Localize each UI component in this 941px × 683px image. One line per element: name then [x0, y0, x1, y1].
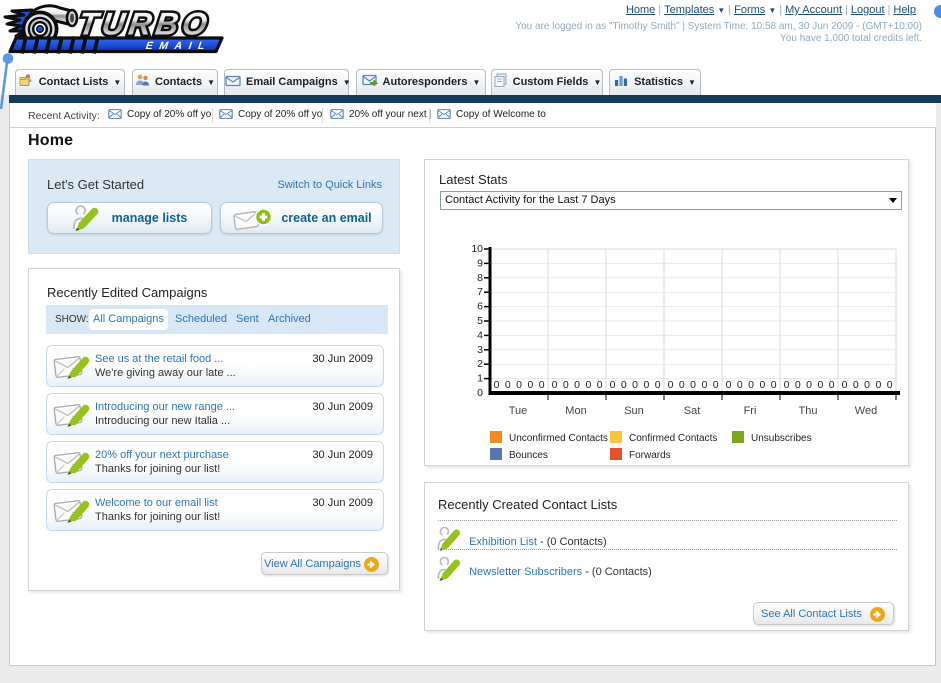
- svg-text:0: 0: [795, 379, 801, 391]
- svg-text:0: 0: [887, 379, 893, 391]
- svg-text:7: 7: [477, 286, 483, 298]
- svg-text:Fri: Fri: [744, 405, 757, 417]
- svg-text:0: 0: [610, 379, 616, 391]
- svg-text:0: 0: [539, 379, 545, 391]
- svg-text:0: 0: [875, 379, 881, 391]
- svg-text:0: 0: [771, 379, 777, 391]
- svg-text:0: 0: [494, 379, 500, 391]
- svg-text:TURBO: TURBO: [76, 6, 213, 42]
- svg-text:5: 5: [477, 315, 483, 327]
- svg-text:0: 0: [527, 379, 533, 391]
- svg-text:0: 0: [552, 379, 558, 391]
- svg-text:0: 0: [621, 379, 627, 391]
- svg-text:0: 0: [701, 379, 707, 391]
- svg-text:0: 0: [679, 379, 685, 391]
- svg-text:0: 0: [655, 379, 661, 391]
- svg-text:0: 0: [632, 379, 638, 391]
- svg-text:4: 4: [477, 329, 483, 341]
- svg-text:3: 3: [477, 344, 483, 356]
- svg-text:2: 2: [477, 358, 483, 370]
- svg-text:0: 0: [829, 379, 835, 391]
- svg-text:0: 0: [713, 379, 719, 391]
- svg-text:Sun: Sun: [624, 405, 644, 417]
- svg-text:0: 0: [806, 379, 812, 391]
- svg-text:0: 0: [477, 387, 483, 399]
- svg-text:0: 0: [668, 379, 674, 391]
- svg-text:6: 6: [477, 301, 483, 313]
- svg-text:0: 0: [574, 379, 580, 391]
- svg-text:0: 0: [842, 379, 848, 391]
- svg-text:10: 10: [471, 243, 483, 255]
- svg-text:0: 0: [864, 379, 870, 391]
- svg-text:9: 9: [477, 257, 483, 269]
- svg-text:0: 0: [759, 379, 765, 391]
- svg-text:0: 0: [643, 379, 649, 391]
- svg-text:Thu: Thu: [799, 405, 818, 417]
- svg-text:0: 0: [516, 379, 522, 391]
- svg-text:0: 0: [817, 379, 823, 391]
- svg-text:1: 1: [477, 373, 483, 385]
- svg-text:EMAIL: EMAIL: [145, 40, 212, 52]
- svg-text:0: 0: [505, 379, 511, 391]
- svg-text:Sat: Sat: [684, 405, 701, 417]
- svg-text:0: 0: [585, 379, 591, 391]
- svg-text:0: 0: [597, 379, 603, 391]
- svg-text:0: 0: [563, 379, 569, 391]
- svg-text:8: 8: [477, 272, 483, 284]
- svg-text:0: 0: [784, 379, 790, 391]
- svg-text:Mon: Mon: [565, 405, 586, 417]
- svg-text:0: 0: [748, 379, 754, 391]
- svg-text:Tue: Tue: [509, 405, 528, 417]
- svg-text:0: 0: [726, 379, 732, 391]
- svg-text:0: 0: [853, 379, 859, 391]
- svg-text:Wed: Wed: [855, 405, 877, 417]
- svg-text:0: 0: [737, 379, 743, 391]
- svg-text:0: 0: [690, 379, 696, 391]
